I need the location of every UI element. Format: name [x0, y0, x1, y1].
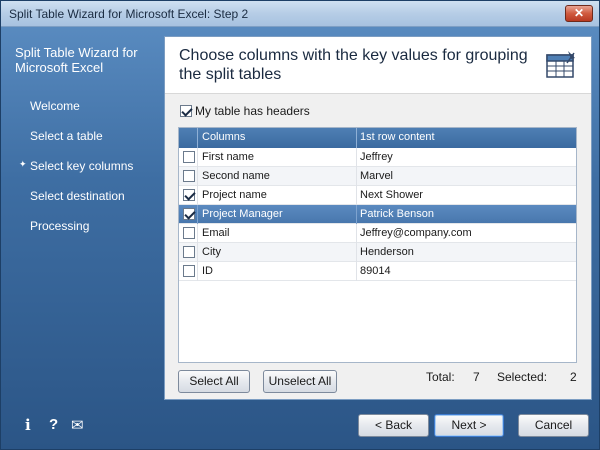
table-header: Columns 1st row content — [179, 128, 576, 148]
page-title: Choose columns with the key values for g… — [179, 47, 528, 83]
table-row[interactable]: City Henderson — [179, 243, 576, 262]
split-table-icon — [546, 51, 575, 78]
columns-table: Columns 1st row content First name Jeffr… — [178, 127, 577, 363]
row-column-name: Project Manager — [202, 208, 283, 220]
sidebar-item-select-destination: Select destination — [30, 189, 125, 203]
wizard-content-panel: Choose columns with the key values for g… — [164, 36, 592, 400]
total-label: Total: — [426, 370, 455, 384]
row-column-name: Second name — [202, 170, 270, 182]
next-button[interactable]: Next > — [434, 414, 504, 437]
mail-icon[interactable]: ✉ — [71, 416, 84, 434]
selected-count: 2 — [570, 370, 577, 384]
sidebar-item-welcome: Welcome — [30, 99, 80, 113]
cancel-button[interactable]: Cancel — [518, 414, 589, 437]
has-headers-label: My table has headers — [195, 104, 310, 118]
row-checkbox[interactable] — [183, 208, 195, 220]
table-row[interactable]: First name Jeffrey — [179, 148, 576, 167]
table-row[interactable]: Second name Marvel — [179, 167, 576, 186]
header-divider — [356, 128, 357, 148]
row-checkbox[interactable] — [183, 227, 195, 239]
total-count: 7 — [473, 370, 480, 384]
sidebar-item-processing: Processing — [30, 219, 90, 233]
info-icon[interactable]: i — [25, 416, 31, 434]
table-row[interactable]: Email Jeffrey@company.com — [179, 224, 576, 243]
row-first-value: Henderson — [360, 246, 414, 258]
row-column-name: Email — [202, 227, 230, 239]
help-icon[interactable]: ? — [49, 416, 58, 434]
sidebar-item-select-key-columns: Select key columns — [19, 159, 133, 173]
select-all-button[interactable]: Select All — [178, 370, 250, 393]
column-header-first-row[interactable]: 1st row content — [360, 131, 435, 143]
selected-label: Selected: — [497, 370, 548, 384]
header-divider — [197, 128, 198, 148]
title-bar[interactable]: Split Table Wizard for Microsoft Excel: … — [1, 1, 599, 27]
sidebar-item-select-table: Select a table — [30, 129, 103, 143]
table-row[interactable]: Project name Next Shower — [179, 186, 576, 205]
unselect-all-button[interactable]: Unselect All — [263, 370, 337, 393]
content-header: Choose columns with the key values for g… — [165, 37, 591, 93]
has-headers-checkbox[interactable] — [180, 105, 192, 117]
row-checkbox[interactable] — [183, 170, 195, 182]
row-first-value: Jeffrey — [360, 151, 393, 163]
window-title: Split Table Wizard for Microsoft Excel: … — [9, 7, 249, 21]
table-row-selected[interactable]: Project Manager Patrick Benson — [179, 205, 576, 224]
row-checkbox[interactable] — [183, 246, 195, 258]
row-first-value: 89014 — [360, 265, 391, 277]
sidebar-title: Split Table Wizard for Microsoft Excel — [15, 45, 138, 75]
wizard-sidebar: Split Table Wizard for Microsoft Excel W… — [1, 28, 164, 449]
row-first-value: Patrick Benson — [360, 208, 434, 220]
row-checkbox[interactable] — [183, 151, 195, 163]
row-first-value: Next Shower — [360, 189, 423, 201]
row-column-name: ID — [202, 265, 213, 277]
row-checkbox[interactable] — [183, 265, 195, 277]
close-button[interactable]: ✕ — [565, 5, 593, 22]
row-checkbox[interactable] — [183, 189, 195, 201]
row-column-name: City — [202, 246, 221, 258]
back-button[interactable]: < Back — [358, 414, 429, 437]
wizard-window: Split Table Wizard for Microsoft Excel: … — [0, 0, 600, 450]
row-first-value: Marvel — [360, 170, 394, 182]
row-column-name: First name — [202, 151, 254, 163]
row-column-name: Project name — [202, 189, 267, 201]
row-first-value: Jeffrey@company.com — [360, 227, 472, 239]
table-row[interactable]: ID 89014 — [179, 262, 576, 281]
column-header-columns[interactable]: Columns — [202, 131, 245, 143]
content-body: My table has headers Columns 1st row con… — [165, 93, 591, 399]
